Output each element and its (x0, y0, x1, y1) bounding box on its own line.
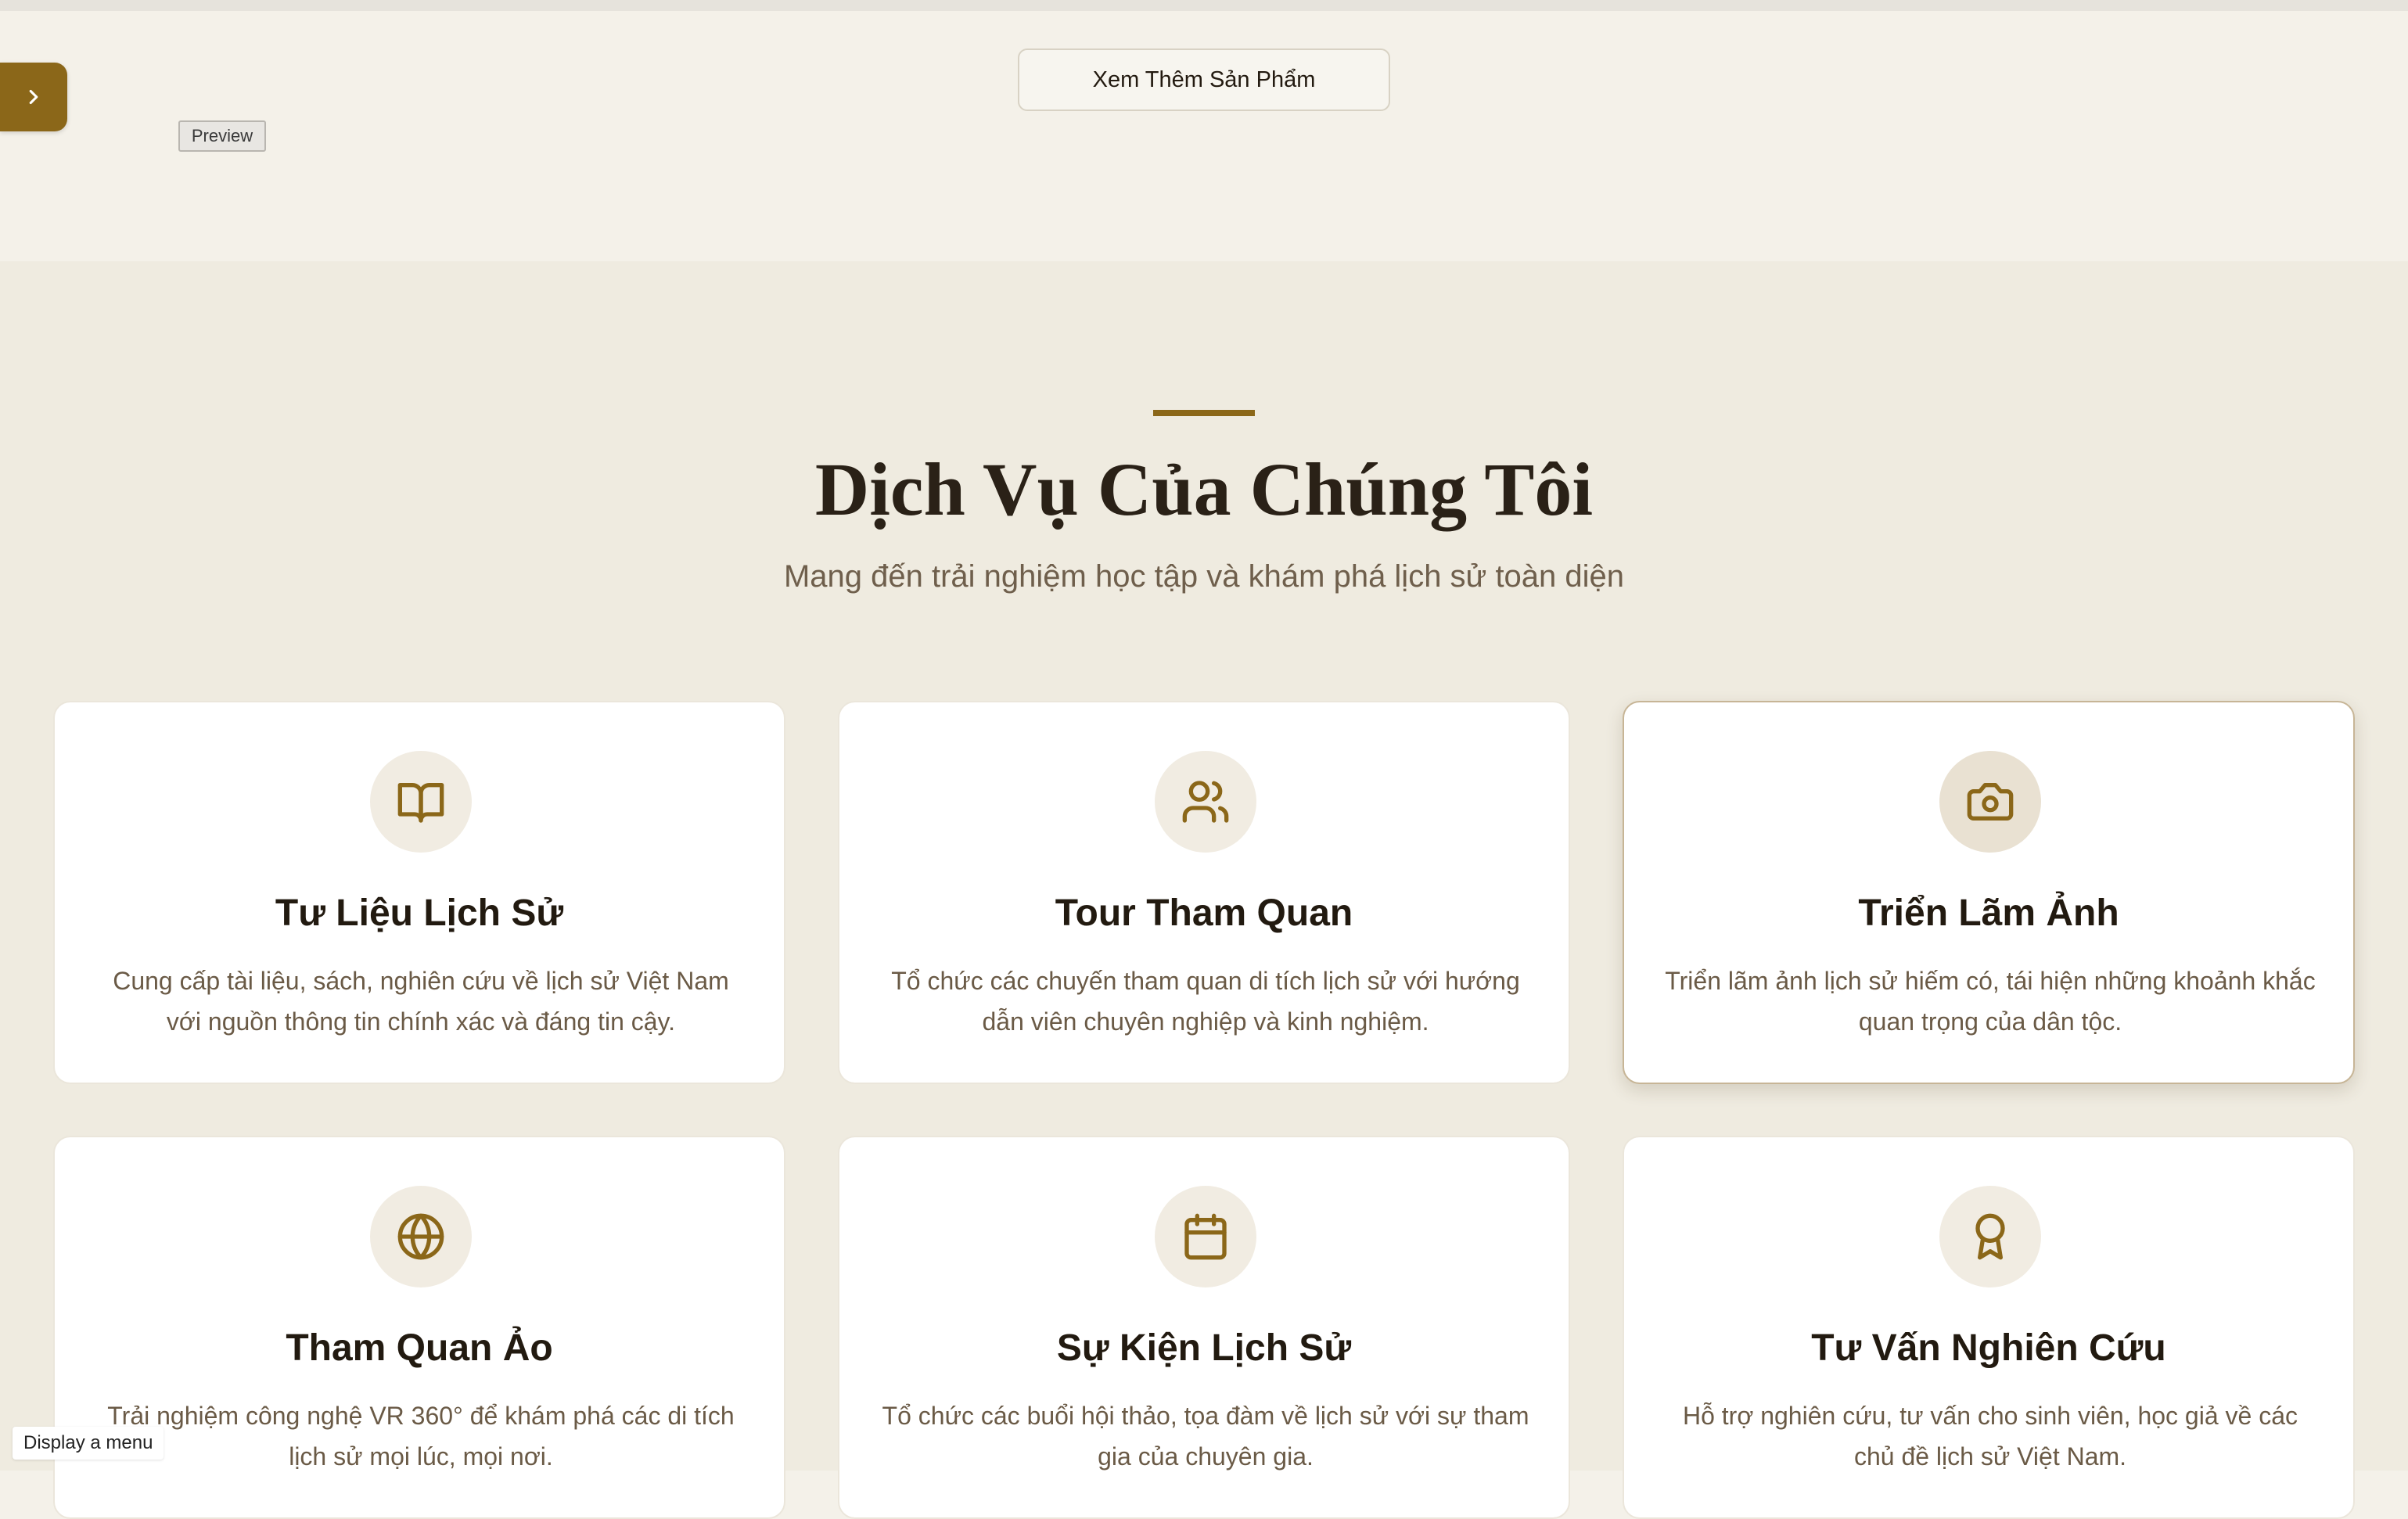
preview-tooltip: Preview (178, 120, 266, 152)
service-card-historical-events[interactable]: Sự Kiện Lịch Sử Tổ chức các buổi hội thả… (838, 1136, 1570, 1519)
service-card-historical-documents[interactable]: Tư Liệu Lịch Sử Cung cấp tài liệu, sách,… (53, 701, 785, 1084)
card-description: Tổ chức các chuyến tham quan di tích lịc… (891, 967, 1520, 1036)
users-icon (1181, 777, 1231, 827)
award-icon (1965, 1212, 2015, 1262)
section-accent-bar (1153, 410, 1255, 416)
service-card-research-consulting[interactable]: Tư Vấn Nghiên Cứu Hỗ trợ nghiên cứu, tư … (1623, 1136, 2355, 1519)
card-title: Tư Vấn Nghiên Cứu (1811, 1327, 2166, 1369)
section-subtitle: Mang đến trải nghiệm học tập và khám phá… (783, 559, 1625, 594)
sidebar-toggle-button[interactable] (0, 63, 67, 131)
card-description: Trải nghiệm công nghệ VR 360° để khám ph… (107, 1402, 735, 1471)
book-open-icon (396, 777, 446, 827)
card-title: Tham Quan Ảo (286, 1327, 553, 1369)
card-title: Tư Liệu Lịch Sử (275, 892, 564, 934)
section-title: Dịch Vụ Của Chúng Tôi (814, 447, 1594, 531)
chevron-right-icon (22, 85, 45, 109)
icon-badge (1939, 1186, 2041, 1287)
service-card-tours[interactable]: Tour Tham Quan Tổ chức các chuyến tham q… (838, 701, 1570, 1084)
calendar-icon (1181, 1212, 1231, 1262)
icon-badge (370, 751, 472, 853)
icon-badge (1155, 751, 1256, 853)
card-description: Tổ chức các buổi hội thảo, tọa đàm về lị… (882, 1402, 1529, 1471)
icon-badge (370, 1186, 472, 1287)
card-title: Sự Kiện Lịch Sử (1056, 1327, 1352, 1369)
globe-icon (396, 1212, 446, 1262)
icon-badge (1939, 751, 2041, 853)
card-description: Triển lãm ảnh lịch sử hiếm có, tái hiện … (1665, 967, 2316, 1036)
card-description: Hỗ trợ nghiên cứu, tư vấn cho sinh viên,… (1682, 1402, 2298, 1471)
card-title: Triển Lãm Ảnh (1858, 892, 2119, 934)
service-card-virtual-tour[interactable]: Tham Quan Ảo Trải nghiệm công nghệ VR 36… (53, 1136, 785, 1519)
top-divider (0, 0, 2408, 11)
view-more-products-button[interactable]: Xem Thêm Sản Phẩm (1018, 48, 1390, 111)
camera-icon (1965, 777, 2015, 827)
card-title: Tour Tham Quan (1055, 892, 1353, 934)
icon-badge (1155, 1186, 1256, 1287)
display-menu-tooltip: Display a menu (13, 1427, 164, 1460)
card-description: Cung cấp tài liệu, sách, nghiên cứu về l… (113, 967, 729, 1036)
service-card-photo-exhibition[interactable]: Triển Lãm Ảnh Triển lãm ảnh lịch sử hiếm… (1623, 701, 2355, 1084)
